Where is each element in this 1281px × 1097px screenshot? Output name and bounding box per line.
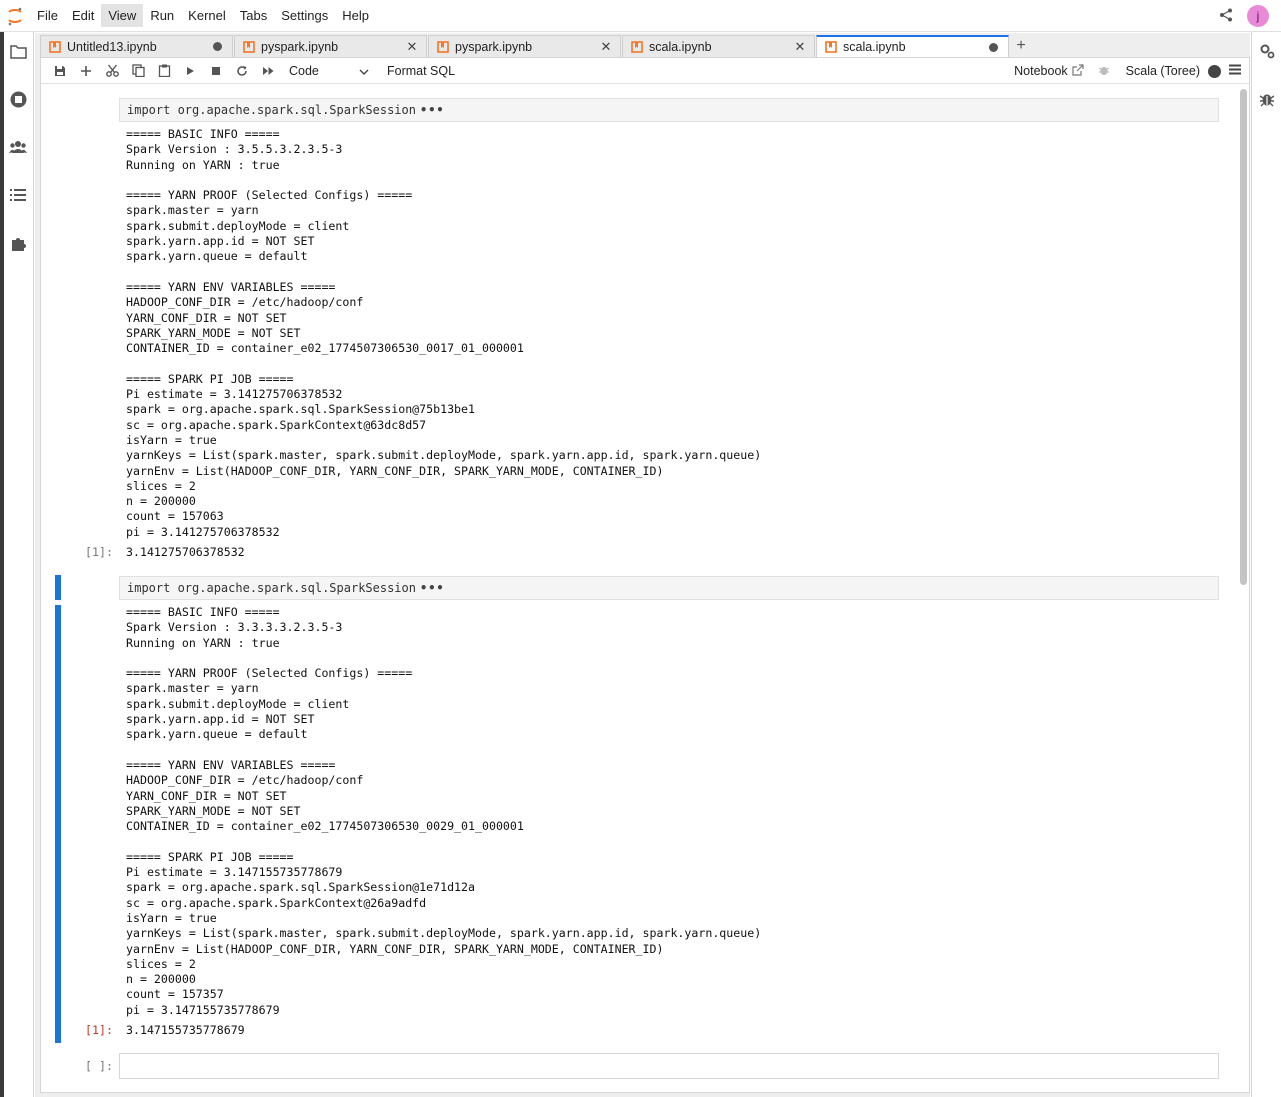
bug-icon[interactable] bbox=[1098, 64, 1110, 79]
add-tab-button[interactable]: + bbox=[1010, 35, 1032, 57]
restart-icon[interactable] bbox=[229, 60, 255, 82]
menu-run[interactable]: Run bbox=[143, 4, 181, 27]
menu-tabs[interactable]: Tabs bbox=[233, 4, 274, 27]
tab-untitled13[interactable]: Untitled13.ipynb bbox=[40, 35, 233, 57]
notebook-icon bbox=[49, 40, 61, 53]
jupyter-logo-icon[interactable] bbox=[0, 0, 30, 32]
right-sidebar bbox=[1251, 32, 1281, 1097]
external-link-icon bbox=[1072, 63, 1084, 79]
notebook-cells: import org.apache.spark.sql.SparkSession… bbox=[41, 85, 1249, 1092]
execution-result: 3.147155735778679 bbox=[126, 1023, 245, 1037]
main-area: Untitled13.ipynb pyspark.ipynb ✕ pyspark… bbox=[35, 33, 1250, 1097]
fast-forward-icon[interactable] bbox=[255, 60, 281, 82]
input-collapser[interactable] bbox=[55, 575, 61, 600]
cell-type-value: Code bbox=[289, 63, 319, 78]
hamburger-menu-icon[interactable] bbox=[1229, 64, 1241, 78]
cell-type-dropdown[interactable]: Code bbox=[289, 64, 373, 78]
menu-file[interactable]: File bbox=[30, 4, 65, 27]
empty-code-cell-input[interactable] bbox=[119, 1053, 1219, 1079]
notebook-icon bbox=[631, 40, 643, 53]
tab-pyspark-2[interactable]: pyspark.ipynb ✕ bbox=[428, 35, 621, 57]
run-icon[interactable] bbox=[177, 60, 203, 82]
unsaved-indicator-icon[interactable] bbox=[989, 42, 998, 52]
close-icon[interactable]: ✕ bbox=[600, 39, 612, 55]
notebook-icon bbox=[825, 41, 837, 53]
notebook-icon bbox=[437, 40, 449, 53]
vertical-scrollbar[interactable] bbox=[1240, 89, 1247, 585]
notebook-icon bbox=[243, 40, 255, 53]
menu-view[interactable]: View bbox=[101, 4, 144, 27]
notebook-view-button[interactable]: Notebook bbox=[1014, 63, 1084, 79]
collapsed-ellipsis-icon[interactable]: ••• bbox=[420, 103, 445, 117]
debugger-icon[interactable] bbox=[1258, 90, 1276, 108]
folder-icon[interactable] bbox=[9, 42, 27, 60]
tab-label: scala.ipynb bbox=[843, 40, 906, 54]
code-text: import org.apache.spark.sql.SparkSession bbox=[127, 103, 416, 117]
code-cell-input[interactable]: import org.apache.spark.sql.SparkSession… bbox=[119, 576, 1219, 600]
paste-icon[interactable] bbox=[151, 60, 177, 82]
cell-output-text: ===== BASIC INFO ===== Spark Version : 3… bbox=[126, 605, 762, 1017]
property-inspector-icon[interactable] bbox=[1258, 42, 1276, 60]
add-cell-icon[interactable] bbox=[73, 60, 99, 82]
output-collapser[interactable] bbox=[55, 605, 61, 1043]
tab-scala-1[interactable]: scala.ipynb ✕ bbox=[622, 35, 815, 57]
unsaved-indicator-icon[interactable] bbox=[213, 42, 222, 51]
code-text: import org.apache.spark.sql.SparkSession bbox=[127, 581, 416, 595]
stop-icon[interactable] bbox=[203, 60, 229, 82]
notebook-label: Notebook bbox=[1014, 64, 1068, 78]
notebook-panel: Code Format SQL Notebook Scala (Toree) i… bbox=[40, 57, 1250, 1093]
tab-label: scala.ipynb bbox=[649, 39, 712, 54]
copy-icon[interactable] bbox=[125, 60, 151, 82]
chevron-down-icon bbox=[359, 64, 369, 78]
execution-prompt: [1]: bbox=[85, 545, 113, 559]
tab-label: Untitled13.ipynb bbox=[67, 39, 157, 54]
execution-prompt: [ ]: bbox=[85, 1059, 113, 1073]
menu-edit[interactable]: Edit bbox=[65, 4, 101, 27]
document-tab-bar: Untitled13.ipynb pyspark.ipynb ✕ pyspark… bbox=[40, 35, 1032, 57]
execution-prompt: [1]: bbox=[85, 1023, 113, 1037]
user-avatar[interactable]: j bbox=[1247, 5, 1269, 27]
tab-scala-2[interactable]: scala.ipynb bbox=[816, 35, 1009, 57]
collapsed-ellipsis-icon[interactable]: ••• bbox=[420, 581, 445, 595]
kernel-status-icon bbox=[1208, 64, 1221, 78]
running-sessions-icon[interactable] bbox=[9, 90, 27, 108]
tab-pyspark-1[interactable]: pyspark.ipynb ✕ bbox=[234, 35, 427, 57]
notebook-toolbar: Code Format SQL Notebook Scala (Toree) bbox=[41, 58, 1249, 84]
tab-label: pyspark.ipynb bbox=[455, 39, 533, 54]
menu-bar: File Edit View Run Kernel Tabs Settings … bbox=[0, 0, 1281, 32]
tab-label: pyspark.ipynb bbox=[261, 39, 339, 54]
window-edge bbox=[0, 32, 4, 1097]
save-icon[interactable] bbox=[47, 60, 73, 82]
kernel-name[interactable]: Scala (Toree) bbox=[1126, 64, 1200, 78]
cell-output-text: ===== BASIC INFO ===== Spark Version : 3… bbox=[126, 127, 762, 539]
share-icon[interactable] bbox=[1219, 8, 1233, 25]
close-icon[interactable]: ✕ bbox=[794, 39, 806, 55]
close-icon[interactable]: ✕ bbox=[406, 39, 418, 55]
menu-kernel[interactable]: Kernel bbox=[181, 4, 233, 27]
table-of-contents-icon[interactable] bbox=[9, 186, 27, 204]
cut-icon[interactable] bbox=[99, 60, 125, 82]
menu-help[interactable]: Help bbox=[335, 4, 376, 27]
menu-settings[interactable]: Settings bbox=[274, 4, 335, 27]
code-cell-input[interactable]: import org.apache.spark.sql.SparkSession… bbox=[119, 98, 1219, 122]
left-sidebar bbox=[0, 32, 34, 1097]
collaboration-icon[interactable] bbox=[9, 138, 27, 156]
format-sql-button[interactable]: Format SQL bbox=[387, 64, 455, 78]
execution-result: 3.141275706378532 bbox=[126, 545, 245, 559]
extensions-icon[interactable] bbox=[9, 234, 27, 252]
